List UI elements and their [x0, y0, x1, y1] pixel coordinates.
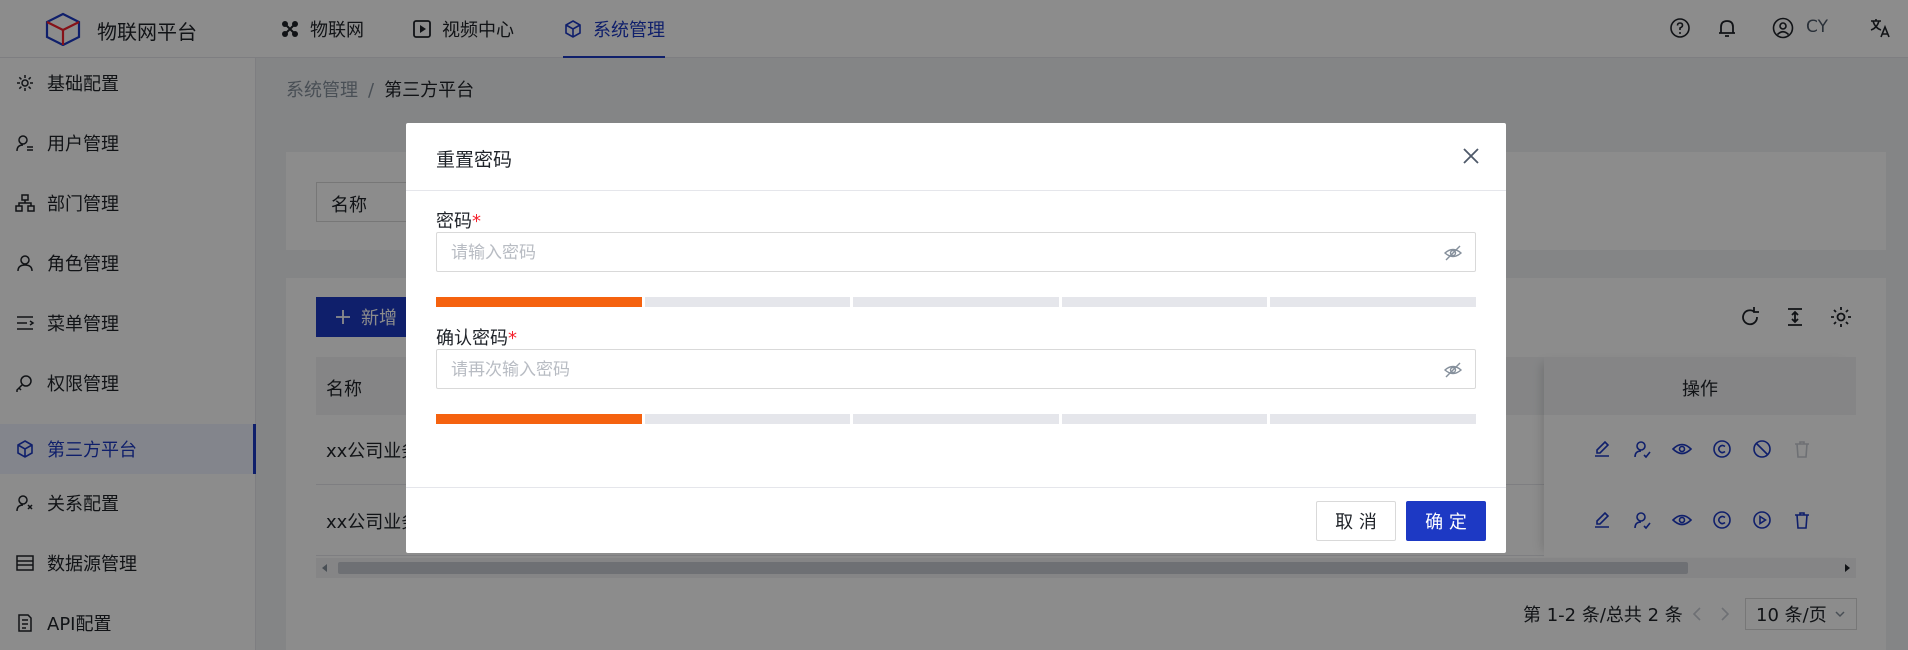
strength-segment	[1061, 414, 1268, 424]
password-input[interactable]	[451, 241, 1411, 265]
password-label-text: 密码	[436, 211, 472, 232]
required-mark: *	[508, 328, 517, 349]
confirm-password-input[interactable]	[451, 358, 1411, 382]
dialog-title: 重置密码	[436, 149, 513, 171]
strength-segment	[644, 414, 851, 424]
strength-segment	[436, 297, 642, 307]
confirm-button[interactable]: 确 定	[1406, 501, 1486, 541]
strength-segment	[1270, 414, 1476, 424]
strength-segment	[436, 414, 642, 424]
eye-invisible-icon[interactable]	[1443, 243, 1463, 263]
dialog-header: 重置密码	[406, 123, 1506, 191]
password-label: 密码*	[436, 207, 481, 233]
strength-segment	[853, 297, 1059, 307]
confirm-password-label: 确认密码*	[436, 324, 517, 350]
strength-segment	[1061, 297, 1268, 307]
close-icon[interactable]	[1460, 145, 1482, 167]
confirm-password-label-text: 确认密码	[436, 328, 508, 349]
confirm-password-field[interactable]	[436, 349, 1476, 389]
required-mark: *	[472, 211, 481, 232]
eye-invisible-icon[interactable]	[1443, 360, 1463, 380]
confirm-strength-meter	[436, 414, 1476, 424]
cancel-button[interactable]: 取 消	[1316, 501, 1396, 541]
password-strength-meter	[436, 297, 1476, 307]
password-field[interactable]	[436, 232, 1476, 272]
strength-segment	[644, 297, 851, 307]
strength-segment	[1270, 297, 1476, 307]
strength-segment	[853, 414, 1059, 424]
reset-password-dialog: 重置密码 密码* 确认密码* 取 消 确 定	[406, 123, 1506, 553]
